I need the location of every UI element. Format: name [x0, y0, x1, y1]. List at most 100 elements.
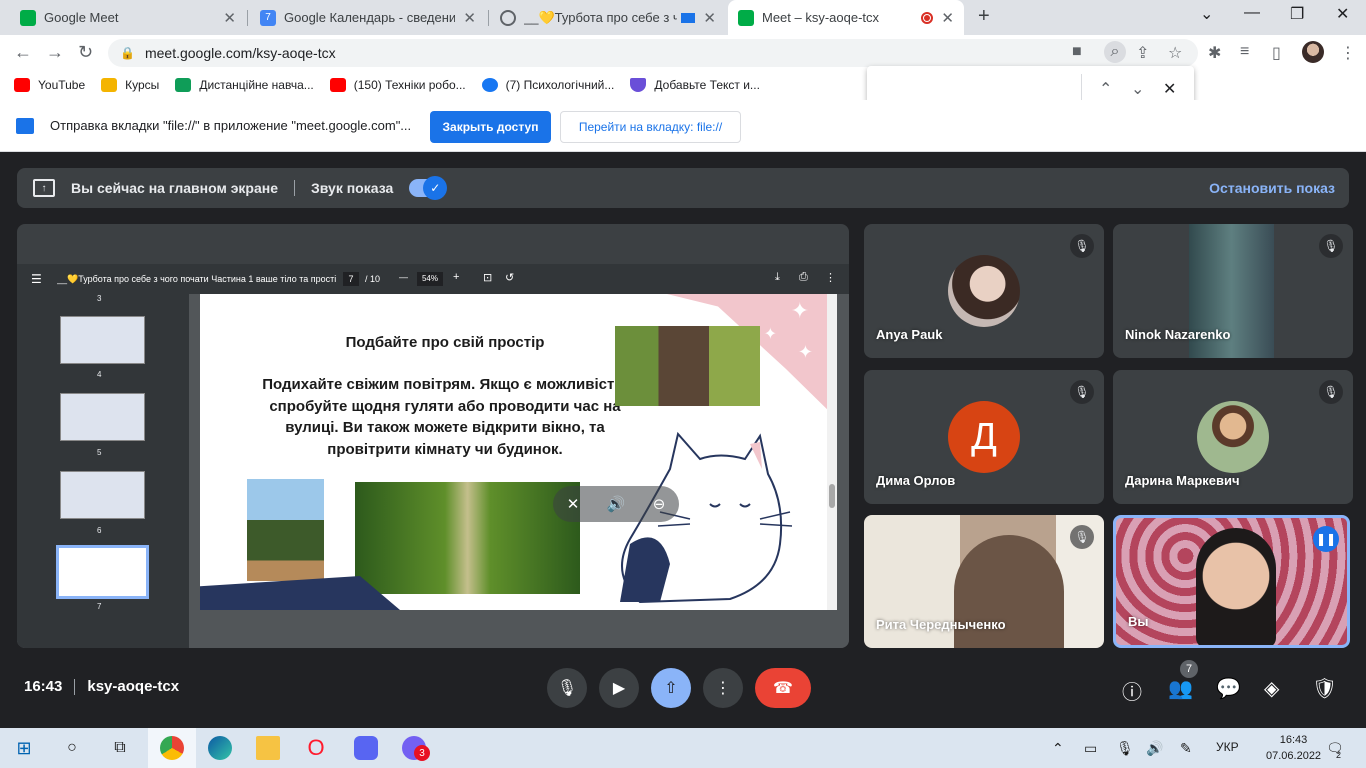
find-next-icon[interactable]: ⌄ [1131, 79, 1144, 99]
close-tab-icon[interactable]: ✕ [223, 9, 236, 27]
activities-icon[interactable]: ◈ [1264, 676, 1279, 701]
microphone-tray-icon[interactable]: 🎙 [1116, 740, 1134, 757]
switch-to-tab-button[interactable]: Перейти на вкладку: file:// [560, 111, 741, 143]
participant-tile-anya-pauk[interactable]: 🎙 Anya Pauk [864, 224, 1104, 358]
notifications-icon[interactable]: 🗨 [1326, 740, 1344, 757]
edge-icon[interactable] [208, 736, 232, 760]
extensions-icon[interactable]: ✱ [1208, 43, 1221, 63]
close-tab-icon[interactable]: ✕ [941, 9, 954, 27]
leave-call-button[interactable]: ☎ [755, 668, 811, 708]
find-previous-icon[interactable]: ⌃ [1099, 79, 1112, 99]
close-tab-icon[interactable]: ✕ [463, 9, 476, 27]
find-icon[interactable]: ⌕ [1104, 41, 1126, 63]
language-indicator[interactable]: УКР [1216, 740, 1239, 754]
task-view-icon[interactable]: ⧉ [108, 736, 132, 760]
participant-tile-ninok-nazarenko[interactable]: 🎙 Ninok Nazarenko [1113, 224, 1353, 358]
opera-icon[interactable]: O [304, 735, 328, 760]
presentation-sound-toggle[interactable]: ✓ [409, 176, 448, 200]
find-input[interactable] [879, 78, 1075, 102]
tab-search-icon[interactable]: ⌄ [1200, 4, 1213, 24]
print-icon[interactable]: ⎙ [799, 271, 808, 284]
minimize-button[interactable]: — [1244, 4, 1260, 22]
tab-pdf-document[interactable]: __💛Турбота про себе з чо ✕ [490, 0, 726, 35]
new-tab-button[interactable]: + [978, 5, 990, 28]
url-field[interactable]: 🔒 meet.google.com/ksy-aoqe-tcx [108, 39, 1198, 67]
volume-tray-icon[interactable]: 🔊 [1146, 740, 1163, 757]
back-icon[interactable]: ← [14, 42, 32, 63]
fit-page-icon[interactable]: ⊡ [483, 271, 492, 284]
microphone-button[interactable]: 🎙 [547, 668, 587, 708]
close-window-button[interactable]: ✕ [1336, 4, 1349, 24]
forward-icon[interactable]: → [46, 42, 64, 63]
participant-video [1196, 528, 1276, 645]
pdf-menu-icon[interactable]: ☰ [31, 272, 42, 286]
system-clock[interactable]: 16:43 07.06.2022 [1266, 732, 1321, 764]
bookmark-psychology[interactable]: (7) Психологічний... [481, 78, 614, 92]
people-icon[interactable]: 👥 [1168, 676, 1193, 701]
microphone-icon: 🎙 [556, 680, 578, 697]
zoom-in-icon[interactable]: + [453, 271, 459, 283]
bookmark-star-icon[interactable]: ☆ [1168, 43, 1182, 63]
pdf-zoom-level[interactable]: 54% [417, 272, 443, 286]
mic-off-icon[interactable]: ✕ [567, 495, 580, 513]
rotate-icon[interactable]: ↺ [505, 271, 514, 284]
tab-google-calendar[interactable]: 7 Google Календарь - сведения о ✕ [250, 0, 486, 35]
bookmark-add-text[interactable]: Добавьте Текст и... [630, 78, 760, 92]
stop-sharing-button[interactable]: Закрыть доступ [430, 111, 551, 143]
share-icon[interactable]: ⇪ [1136, 43, 1149, 63]
participant-name: Вы [1128, 614, 1149, 629]
viber-badge: 3 [414, 745, 430, 761]
maximize-button[interactable]: ❐ [1290, 4, 1304, 24]
meeting-details-icon[interactable]: ⓘ [1122, 676, 1142, 705]
media-icon[interactable]: ≡ [1240, 43, 1249, 61]
bookmark-courses[interactable]: Курсы [101, 78, 159, 92]
chat-icon[interactable]: 💬 [1216, 676, 1241, 701]
tab-google-meet[interactable]: Google Meet ✕ [10, 0, 246, 35]
pdf-page-input[interactable]: 7 [343, 272, 359, 286]
show-hidden-icons[interactable]: ⌃ [1052, 740, 1064, 757]
discord-icon[interactable] [354, 736, 378, 760]
participant-tile-self[interactable]: ❚❚ Вы [1113, 515, 1350, 648]
thumbnail-page-4[interactable] [60, 316, 145, 364]
stop-presenting-button[interactable]: Остановить показ [1209, 180, 1335, 196]
close-tab-icon[interactable]: ✕ [703, 9, 716, 27]
file-explorer-icon[interactable] [256, 736, 280, 760]
windows-start-icon[interactable]: ⊞ [12, 736, 36, 760]
thumbnail-page-6[interactable] [60, 471, 145, 519]
pdf-more-icon[interactable]: ⋮ [825, 271, 836, 284]
bookmark-techniques[interactable]: (150) Техніки робо... [329, 78, 466, 92]
participant-tile-dima-orlov[interactable]: Д 🎙 Дима Орлов [864, 370, 1104, 504]
camera-icon[interactable]: ■ [1072, 43, 1082, 61]
pen-icon[interactable]: ✎ [1180, 740, 1192, 757]
more-vert-icon: ⋮ [715, 680, 731, 697]
pdf-scrollbar[interactable] [827, 294, 837, 610]
thumbnail-page-5[interactable] [60, 393, 145, 441]
bookmark-youtube[interactable]: YouTube [14, 78, 85, 92]
pdf-toolbar: ☰ __💛Турбота про себе з чого почати Част… [17, 264, 849, 294]
sparkle-icon: ✦ [797, 342, 813, 362]
volume-icon[interactable]: 🔊 [607, 495, 626, 513]
zoom-out-icon[interactable]: — [399, 272, 408, 282]
thumbnail-page-7[interactable] [56, 545, 149, 599]
more-options-button[interactable]: ⋮ [703, 668, 743, 708]
meet-icon [738, 9, 754, 26]
present-now-button[interactable]: ⇧ [651, 668, 691, 708]
host-controls-icon[interactable]: 🛡 [1312, 676, 1337, 701]
download-icon[interactable]: ⤓ [775, 271, 780, 284]
reload-icon[interactable]: ↻ [78, 42, 93, 63]
tab-meet-active[interactable]: Meet – ksy-aoqe-tcx ✕ [728, 0, 964, 35]
participant-tile-daryna-markevych[interactable]: 🎙 Дарина Маркевич [1113, 370, 1353, 504]
search-icon[interactable]: ○ [60, 736, 84, 760]
remove-icon[interactable]: ⊖ [653, 495, 666, 513]
profile-avatar[interactable] [1302, 41, 1324, 63]
menu-icon[interactable]: ⋮ [1340, 43, 1356, 63]
bookmark-distance-learning[interactable]: Дистанційне навча... [175, 78, 314, 92]
participant-tile-rita-cherednychenko[interactable]: 🎙 Рита Чередныченко [864, 515, 1104, 648]
avatar [1197, 401, 1269, 473]
chrome-icon[interactable] [160, 736, 184, 760]
sidepanel-icon[interactable]: ▯ [1272, 43, 1281, 63]
participant-name: Рита Чередныченко [876, 617, 1006, 632]
camera-button[interactable]: ▶ [599, 668, 639, 708]
battery-icon[interactable]: ▭ [1084, 740, 1097, 757]
close-find-icon[interactable]: ✕ [1163, 79, 1176, 99]
